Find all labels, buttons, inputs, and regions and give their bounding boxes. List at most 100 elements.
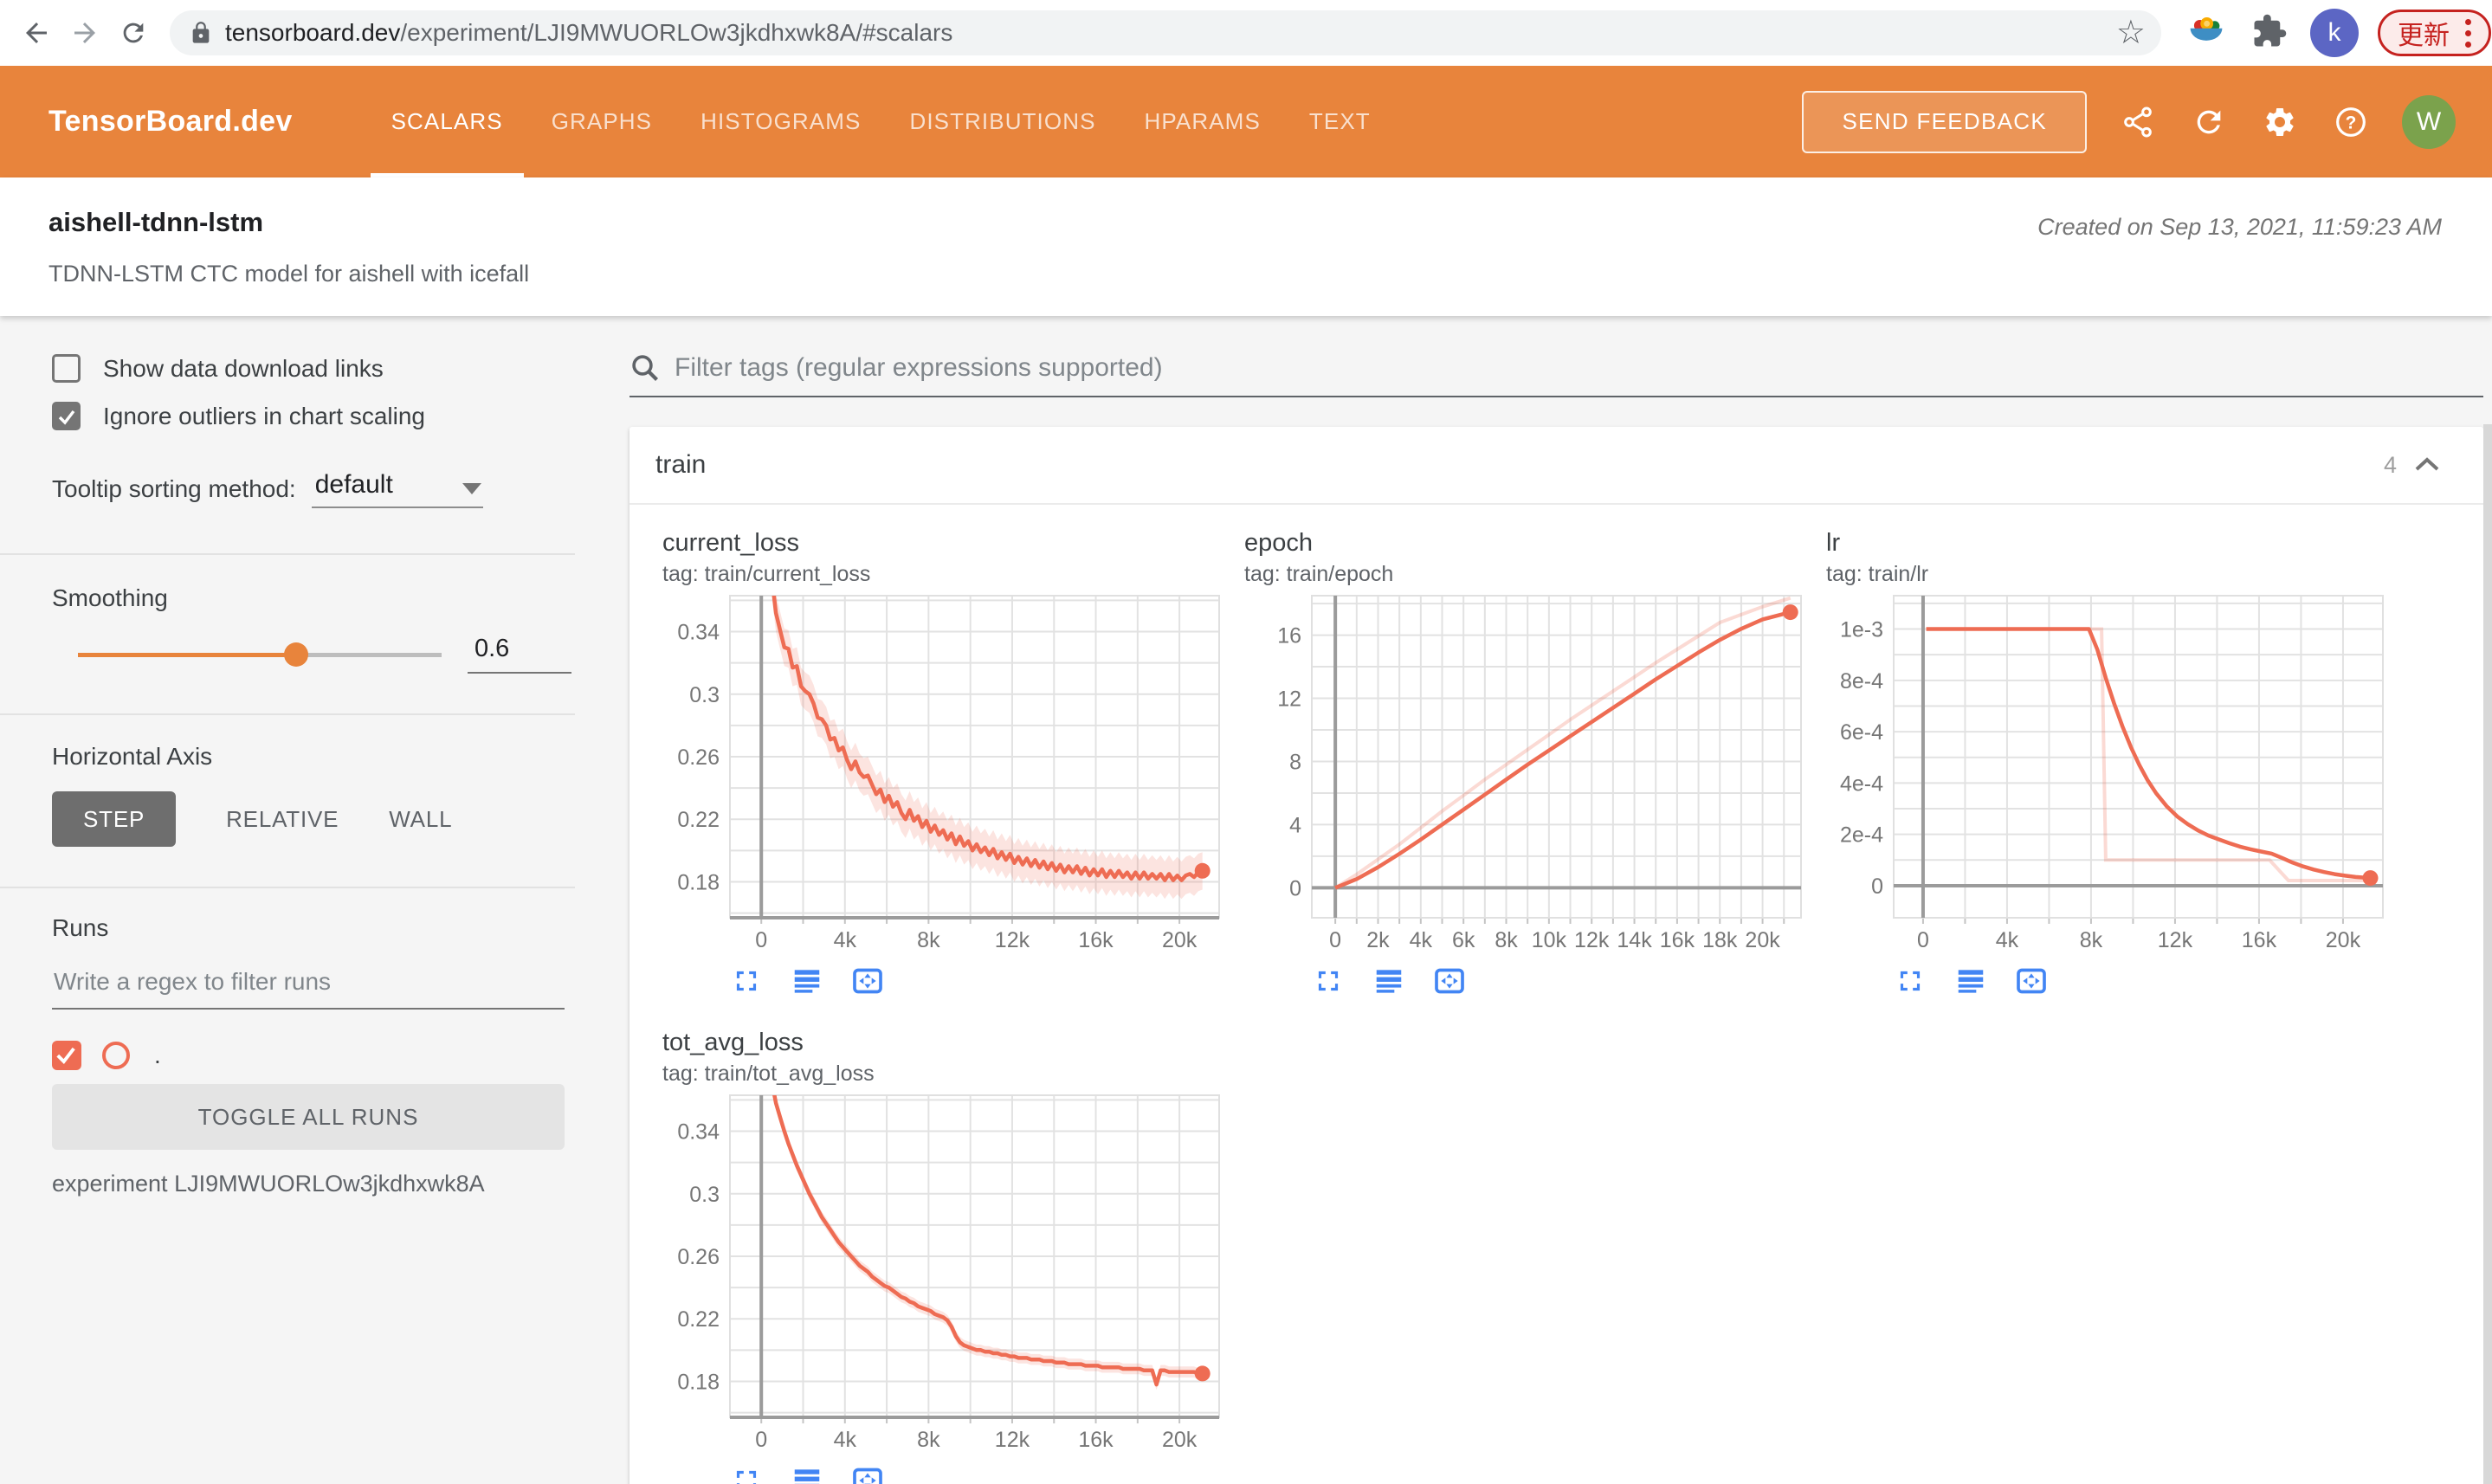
run-checkbox[interactable] (52, 1041, 81, 1070)
axis-step-button[interactable]: STEP (52, 791, 177, 847)
tab-hparams[interactable]: HPARAMS (1120, 66, 1285, 177)
browser-menu-kebab-icon[interactable] (2462, 16, 2475, 51)
toggle-y-axis-icon[interactable] (789, 963, 825, 999)
experiment-info-bar: aishell-tdnn-lstm TDNN-LSTM CTC model fo… (0, 177, 2492, 316)
browser-forward-button[interactable] (61, 9, 109, 57)
chart-toolbar (728, 963, 1230, 999)
tooltip-sorting-select[interactable]: default (311, 470, 483, 508)
fit-domain-icon[interactable] (849, 1462, 886, 1484)
toggle-y-axis-icon[interactable] (789, 1462, 825, 1484)
tab-graphs[interactable]: GRAPHS (527, 66, 676, 177)
salad-extension-icon[interactable] (2184, 9, 2229, 58)
chart-plot[interactable]: 0 4k 8k 12k 16k 20k 0 2e-4 4e-4 6e-4 8e-4 1e-3 (1826, 592, 2385, 954)
url-text: tensorboard.dev/experiment/LJI9MWUORLOw3… (225, 19, 952, 47)
settings-button[interactable] (2260, 102, 2300, 142)
extensions-puzzle-icon[interactable] (2251, 13, 2288, 54)
runs-filter-input[interactable] (52, 968, 565, 1010)
refresh-icon (2197, 110, 2221, 133)
chevron-up-icon[interactable] (2412, 455, 2442, 474)
svg-text:0.22: 0.22 (677, 1307, 720, 1332)
svg-text:0.26: 0.26 (677, 1245, 720, 1269)
send-feedback-button[interactable]: SEND FEEDBACK (1802, 90, 2087, 153)
browser-toolbar: tensorboard.dev/experiment/LJI9MWUORLOw3… (0, 0, 2492, 66)
fit-domain-icon[interactable] (1431, 963, 1468, 999)
bookmark-star-icon[interactable]: ☆ (2116, 16, 2146, 49)
chart-toolbar (1892, 963, 2394, 999)
ignore-outliers-row[interactable]: Ignore outliers in chart scaling (52, 402, 575, 430)
axis-wall-button[interactable]: WALL (389, 806, 452, 833)
svg-text:0: 0 (1329, 928, 1341, 952)
expand-chart-icon[interactable] (728, 963, 765, 999)
horizontal-axis-buttons: STEP RELATIVE WALL (52, 791, 575, 847)
filter-tags-input[interactable] (675, 353, 2483, 383)
tab-distributions[interactable]: DISTRIBUTIONS (885, 66, 1120, 177)
ignore-outliers-label: Ignore outliers in chart scaling (103, 402, 425, 429)
update-label: 更新 (2398, 22, 2450, 50)
chart-tag: tag: train/tot_avg_loss (662, 1061, 875, 1086)
fit-domain-icon[interactable] (849, 963, 886, 999)
fit-domain-icon[interactable] (2013, 963, 2050, 999)
browser-profile-avatar[interactable]: k (2310, 9, 2359, 57)
expand-chart-icon[interactable] (1892, 963, 1928, 999)
run-row[interactable]: . (52, 1041, 575, 1070)
toggle-y-axis-icon[interactable] (1371, 963, 1407, 999)
share-icon (2124, 106, 2152, 137)
svg-text:8k: 8k (917, 1428, 940, 1452)
search-icon (632, 355, 658, 381)
svg-text:20k: 20k (2326, 928, 2361, 952)
experiment-description: TDNN-LSTM CTC model for aishell with ice… (48, 261, 530, 287)
ignore-outliers-checkbox[interactable] (52, 402, 81, 430)
tag-group-header[interactable]: train 4 (629, 427, 2483, 505)
tab-histograms[interactable]: HISTOGRAMS (676, 66, 885, 177)
browser-back-button[interactable] (12, 9, 61, 57)
show-download-links-row[interactable]: Show data download links (52, 354, 575, 383)
address-bar[interactable]: tensorboard.dev/experiment/LJI9MWUORLOw3… (170, 10, 2161, 55)
expand-chart-icon[interactable] (1310, 963, 1346, 999)
svg-text:1e-3: 1e-3 (1840, 618, 1883, 642)
tab-scalars[interactable]: SCALARS (367, 66, 527, 177)
forward-arrow-icon (74, 23, 95, 43)
browser-update-button[interactable]: 更新 (2378, 10, 2491, 56)
smoothing-value-input[interactable]: 0.6 (468, 635, 571, 674)
svg-text:18k: 18k (1702, 928, 1738, 952)
reload-data-button[interactable] (2189, 102, 2229, 142)
toggle-all-runs-button[interactable]: TOGGLE ALL RUNS (52, 1084, 565, 1150)
smoothing-slider[interactable] (78, 639, 442, 670)
svg-text:0.3: 0.3 (689, 683, 720, 707)
checkmark-icon (58, 410, 75, 425)
tab-text[interactable]: TEXT (1285, 66, 1395, 177)
help-button[interactable]: ? (2331, 102, 2371, 142)
svg-text:20k: 20k (1745, 928, 1780, 952)
svg-text:0: 0 (1917, 928, 1929, 952)
scrollbar[interactable] (2483, 424, 2492, 1484)
svg-text:16k: 16k (1078, 928, 1114, 952)
svg-text:0.3: 0.3 (689, 1183, 720, 1207)
run-name: . (154, 1042, 161, 1068)
show-download-links-label: Show data download links (103, 354, 384, 382)
show-download-links-checkbox[interactable] (52, 354, 81, 383)
app-header: TensorBoard.dev SCALARS GRAPHS HISTOGRAM… (0, 66, 2492, 177)
expand-chart-icon[interactable] (728, 1462, 765, 1484)
chart-plot[interactable]: 0 2k 4k 6k 8k 10k 12k 14k 16k 18k 20k 0 4 8 12 16 (1244, 592, 1803, 954)
svg-text:4e-4: 4e-4 (1840, 771, 1883, 796)
share-button[interactable] (2118, 102, 2158, 142)
chart-tag: tag: train/current_loss (662, 562, 871, 586)
smoothing-label: Smoothing (52, 584, 168, 611)
svg-text:20k: 20k (1162, 928, 1198, 952)
browser-reload-button[interactable] (109, 9, 158, 57)
svg-text:16: 16 (1277, 624, 1301, 648)
chart-plot[interactable]: 0 4k 8k 12k 16k 20k 0.18 0.22 0.26 0.3 0.34 (662, 1092, 1221, 1454)
toggle-y-axis-icon[interactable] (1953, 963, 1989, 999)
slider-thumb[interactable] (284, 642, 308, 667)
chart-tot_avg_loss: tot_avg_loss tag: train/tot_avg_loss 0 4k… (662, 1029, 1230, 1484)
svg-text:6k: 6k (1452, 928, 1475, 952)
chart-title: current_loss (662, 529, 799, 557)
chevron-down-icon (462, 483, 481, 494)
smoothing-row: 0.6 (52, 635, 575, 674)
chart-plot[interactable]: 0 4k 8k 12k 16k 20k 0.18 0.22 0.26 0.3 0.34 (662, 592, 1221, 954)
svg-text:12k: 12k (2158, 928, 2193, 952)
experiment-id-label: experiment LJI9MWUORLOw3jkdhxwk8A (52, 1171, 485, 1197)
user-avatar[interactable]: W (2402, 94, 2456, 149)
svg-text:10k: 10k (1532, 928, 1567, 952)
axis-relative-button[interactable]: RELATIVE (226, 806, 339, 833)
